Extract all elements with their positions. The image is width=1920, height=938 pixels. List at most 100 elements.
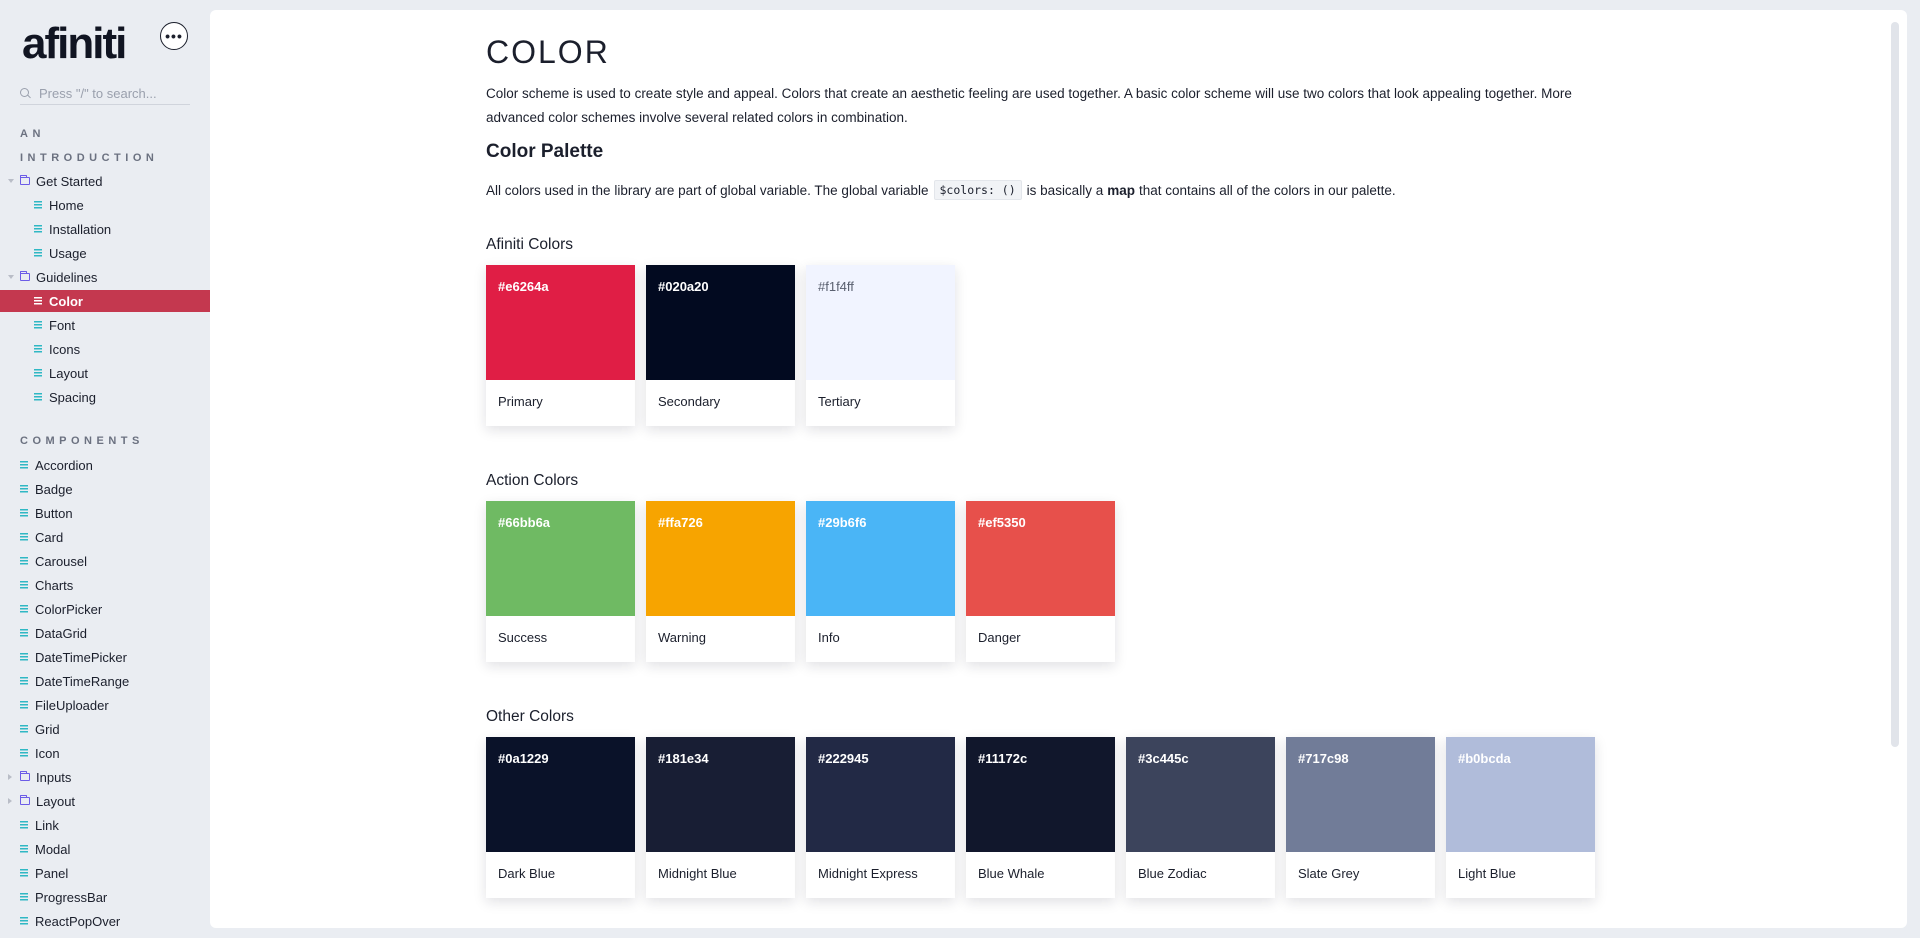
swatch-name: Blue Whale [978,866,1045,881]
section-header-intro-line2: INTRODUCTION [20,152,159,164]
sidebar-item-label: Color [49,293,83,309]
swatch-name: Blue Zodiac [1138,866,1207,881]
swatch-name: Success [498,630,548,645]
sidebar-item-label: Icon [35,745,60,761]
sidebar-folder-get-started[interactable]: Get Started [0,170,210,192]
swatch-color: #b0bcda [1446,737,1595,852]
sidebar-item-color[interactable]: Color [0,290,210,312]
swatch-card[interactable]: #29b6f6 Info [806,501,955,662]
document-icon [20,604,28,614]
sidebar-item-usage[interactable]: Usage [0,242,210,264]
document-icon [20,724,28,734]
sidebar-item-card[interactable]: Card [0,526,210,548]
sidebar-item-icons[interactable]: Icons [0,338,210,360]
swatch-card[interactable]: #0a1229 Dark Blue [486,737,635,898]
swatch-color: #29b6f6 [806,501,955,616]
swatch-row-other: #0a1229 Dark Blue #181e34 Midnight Blue … [486,737,1606,898]
sidebar-item-accordion[interactable]: Accordion [0,454,210,476]
sidebar-item-link[interactable]: Link [0,814,210,836]
swatch-name: Danger [978,630,1021,645]
palette-text-3: that contains all of the colors in our p… [1138,182,1396,198]
palette-text-1: All colors used in the library are part … [486,182,929,198]
sidebar-item-datagrid[interactable]: DataGrid [0,622,210,644]
sidebar-item-label: Link [35,817,59,833]
more-options-button[interactable]: ••• [160,22,188,50]
main-panel: COLOR Color scheme is used to create sty… [210,10,1907,928]
sidebar-item-font[interactable]: Font [0,314,210,336]
sidebar-item-label: Carousel [35,553,88,569]
palette-bold-map: map [1107,182,1135,198]
sidebar-item-grid[interactable]: Grid [0,718,210,740]
swatch-card[interactable]: #ef5350 Danger [966,501,1115,662]
sidebar-item-layout[interactable]: Layout [0,362,210,384]
sidebar-item-label: Charts [35,577,74,593]
swatch-color: #181e34 [646,737,795,852]
sidebar-folder-layout[interactable]: Layout [0,790,210,812]
swatch-name: Warning [658,630,706,645]
sidebar-item-home[interactable]: Home [0,194,210,216]
sidebar-item-fileuploader[interactable]: FileUploader [0,694,210,716]
sidebar-item-datetimepicker[interactable]: DateTimePicker [0,646,210,668]
palette-text-2: is basically a [1026,182,1104,198]
swatch-card[interactable]: #ffa726 Warning [646,501,795,662]
sidebar-item-label: Usage [49,245,87,261]
sidebar-item-icon[interactable]: Icon [0,742,210,764]
swatch-card[interactable]: #181e34 Midnight Blue [646,737,795,898]
swatch-card[interactable]: #f1f4ff Tertiary [806,265,955,426]
sidebar-item-badge[interactable]: Badge [0,478,210,500]
vertical-scrollbar[interactable] [1891,22,1899,747]
swatch-name: Dark Blue [498,866,556,881]
section-header-components: COMPONENTS [20,435,144,447]
sidebar-item-carousel[interactable]: Carousel [0,550,210,572]
sidebar-folder-inputs[interactable]: Inputs [0,766,210,788]
document-icon [20,892,28,902]
swatch-name: Slate Grey [1298,866,1360,881]
sidebar-item-charts[interactable]: Charts [0,574,210,596]
sidebar-item-colorpicker[interactable]: ColorPicker [0,598,210,620]
sidebar-item-installation[interactable]: Installation [0,218,210,240]
swatch-color: #66bb6a [486,501,635,616]
swatch-color: #717c98 [1286,737,1435,852]
swatch-name: Light Blue [1458,866,1516,881]
sidebar-item-button[interactable]: Button [0,502,210,524]
swatch-card[interactable]: #66bb6a Success [486,501,635,662]
document-icon [34,392,42,402]
search-bar[interactable] [20,83,190,105]
sidebar-item-progressbar[interactable]: ProgressBar [0,886,210,908]
document-icon [20,556,28,566]
folder-icon [20,175,30,185]
sidebar-item-label: Panel [35,865,69,881]
sidebar-item-label: DateTimePicker [35,649,127,665]
folder-icon [20,795,30,805]
swatch-card[interactable]: #b0bcda Light Blue [1446,737,1595,898]
sidebar-item-reactpopover[interactable]: ReactPopOver [0,910,210,932]
sidebar-item-panel[interactable]: Panel [0,862,210,884]
document-icon [20,652,28,662]
sidebar-item-modal[interactable]: Modal [0,838,210,860]
swatch-card[interactable]: #020a20 Secondary [646,265,795,426]
folder-icon [20,771,30,781]
group-title-other: Other Colors [486,708,574,725]
sidebar-item-label: Badge [35,481,73,497]
swatch-card[interactable]: #11172c Blue Whale [966,737,1115,898]
document-icon [20,484,28,494]
swatch-card[interactable]: #3c445c Blue Zodiac [1126,737,1275,898]
swatch-name: Info [818,630,840,645]
swatch-name: Secondary [658,394,721,409]
swatch-card[interactable]: #717c98 Slate Grey [1286,737,1435,898]
swatch-color: #0a1229 [486,737,635,852]
sidebar-item-datetimerange[interactable]: DateTimeRange [0,670,210,692]
sidebar-item-label: Font [49,317,76,333]
sidebar-item-spacing[interactable]: Spacing [0,386,210,408]
search-input[interactable] [39,86,189,101]
sidebar-item-label: Get Started [36,173,103,189]
folder-icon [20,271,30,281]
sidebar-item-label: Inputs [36,769,72,785]
sidebar-item-label: Layout [36,793,76,809]
swatch-name: Midnight Express [818,866,918,881]
sidebar: afiniti ••• AN INTRODUCTION Get Started … [0,0,210,938]
swatch-card[interactable]: #e6264a Primary [486,265,635,426]
sidebar-folder-guidelines[interactable]: Guidelines [0,266,210,288]
afiniti-logo[interactable]: afiniti [22,22,127,66]
swatch-card[interactable]: #222945 Midnight Express [806,737,955,898]
